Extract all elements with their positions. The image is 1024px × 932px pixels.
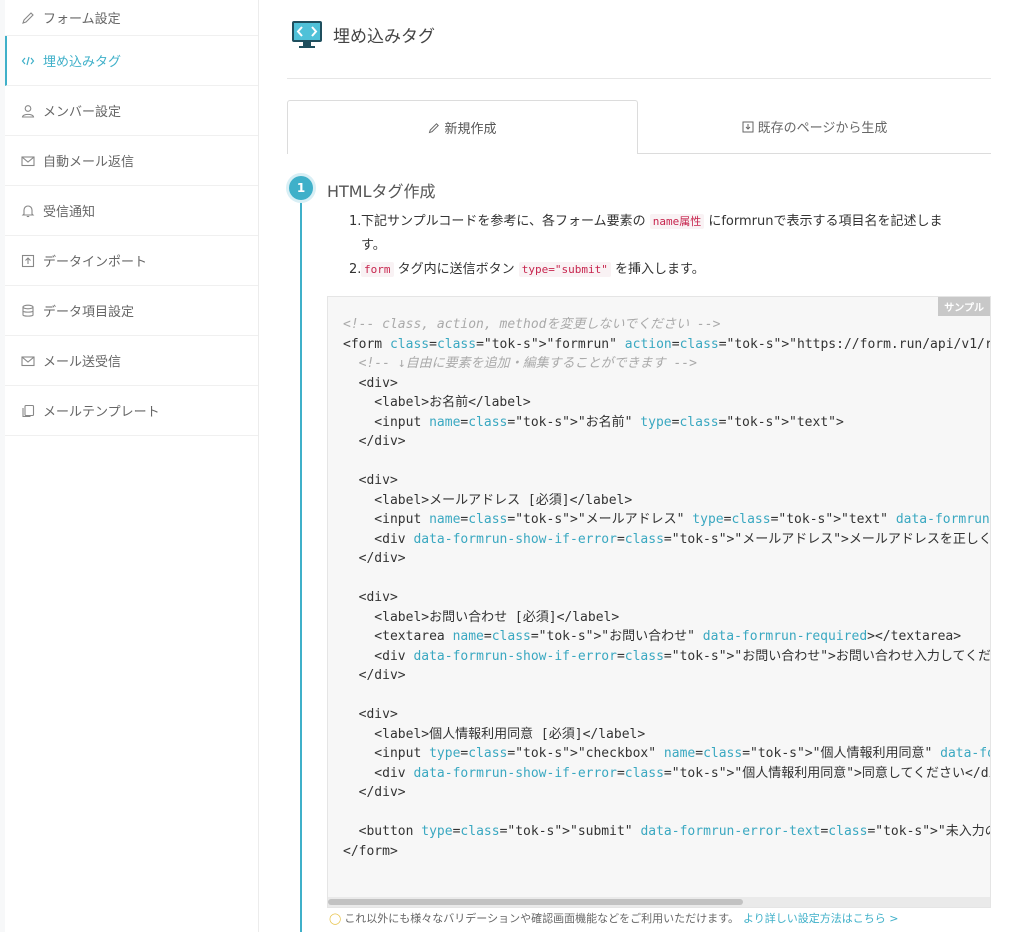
code-line: <label>メールアドレス [必須]</label> [343,492,633,508]
instruction-item: 2. form タグ内に送信ボタン type="submit" を挿入します。 [349,258,991,282]
scrollbar-thumb[interactable] [328,899,743,905]
code-line: </div> [343,551,406,566]
user-icon [21,104,35,118]
code-line: <div data-formrun-show-if-error=class="t… [343,765,991,781]
code-line: <form class=class="tok-s">"formrun" acti… [343,336,991,352]
code-line: <div> [343,707,398,722]
code-line: <input name=class="tok-s">"メールアドレス" type… [343,512,990,527]
code-line: <div> [343,375,398,391]
code-line: <label>個人情報利用同意 [必須]</label> [343,726,646,742]
sidebar-item-auto-reply[interactable]: 自動メール返信 [5,136,258,186]
instruction-text: す。 [361,238,386,253]
code-line: <input type=class="tok-s">"checkbox" nam… [343,746,990,761]
instruction-number: 2. [349,262,362,277]
sidebar-item-label: データ項目設定 [43,305,135,320]
page-title: 埋め込みタグ [333,26,435,47]
sidebar-item-label: 自動メール返信 [43,155,135,170]
tab-new[interactable]: 新規作成 [287,100,638,154]
sidebar: フォーム設定 埋め込みタグ メンバー設定 自動メール返信 受信通知 データインポ… [5,0,259,932]
divider [287,78,991,79]
sidebar-item-label: フォーム設定 [43,12,121,27]
code-line: <button type=class="tok-s">"submit" data… [343,824,990,839]
tab-label: 新規作成 [444,122,497,137]
database-icon [21,304,35,318]
code-line: <div data-formrun-show-if-error=class="t… [343,531,991,547]
code-line: </form> [343,843,398,859]
copy-icon [21,404,35,418]
step-timeline [300,200,302,932]
sidebar-item-member-settings[interactable]: メンバー設定 [5,86,258,136]
inline-code: name属性 [649,214,705,229]
pencil-icon [21,11,35,25]
horizontal-scrollbar[interactable] [328,897,990,907]
bell-icon [21,204,35,218]
sidebar-item-label: メール送受信 [43,355,122,370]
sidebar-item-label: 埋め込みタグ [43,55,122,70]
sidebar-item-label: 受信通知 [43,205,96,220]
main-content: 埋め込みタグ 新規作成 既存のページから生成 1 HTMLタグ作成 1. 下記サ… [259,0,1024,932]
tab-from-existing-page[interactable]: 既存のページから生成 [638,100,991,154]
step-number: 1 [289,176,313,200]
code-line: <div data-formrun-show-if-error=class="t… [343,648,991,664]
sample-badge: サンプル [938,297,990,316]
code-content[interactable]: <!-- class, action, methodを変更しないでください --… [343,315,991,861]
sidebar-item-data-import[interactable]: データインポート [5,236,258,286]
inline-code: type="submit" [518,262,611,277]
download-icon [742,121,754,132]
details-link[interactable]: より詳しい設定方法はこちら > [743,910,899,926]
instruction-text: を挿入します。 [610,262,705,277]
tab-bar: 新規作成 既存のページから生成 [287,100,991,154]
lightbulb-icon: ◯ [329,911,342,925]
code-line: <label>お問い合わせ [必須]</label> [343,609,620,625]
code-line: <div> [343,590,398,605]
tab-label: 既存のページから生成 [757,121,888,136]
instruction-number: 1. [349,214,362,229]
mail-icon [21,354,35,368]
sample-code-block[interactable]: サンプル <!-- class, action, methodを変更しないでくだ… [327,296,991,908]
code-line: </div> [343,434,406,449]
inline-code: form [361,262,394,277]
sidebar-item-embed-tag[interactable]: 埋め込みタグ [5,36,258,86]
sidebar-item-mail-send-receive[interactable]: メール送受信 [5,336,258,386]
instruction-item: 1. 下記サンプルコードを参考に、各フォーム要素の name属性 にformru… [349,210,991,234]
import-icon [21,254,35,268]
mail-icon [21,154,35,168]
code-line: <div> [343,473,398,488]
page-header: 埋め込みタグ [291,18,435,50]
instruction-text: にformrunで表示する項目名を記述しま [704,214,943,229]
code-monitor-icon [292,21,322,48]
code-line: </div> [343,668,406,683]
code-line: <textarea name=class="tok-s">"お問い合わせ" da… [343,629,962,644]
code-line: <input name=class="tok-s">"お名前" type=cla… [343,414,844,430]
sidebar-item-data-fields[interactable]: データ項目設定 [5,286,258,336]
instruction-text: タグ内に送信ボタン [393,262,519,277]
instruction-text: 下記サンプルコードを参考に、各フォーム要素の [361,214,650,229]
sidebar-item-label: データインポート [43,255,148,270]
step-title: HTMLタグ作成 [327,182,436,201]
sidebar-item-form-settings[interactable]: フォーム設定 [5,0,258,36]
footer-note: ◯ これ以外にも様々なバリデーションや確認画面機能などをご利用いただけます。 よ… [329,910,899,926]
sidebar-item-notification[interactable]: 受信通知 [5,186,258,236]
code-line: <label>お名前</label> [343,395,531,410]
sidebar-item-label: メンバー設定 [43,105,122,120]
sidebar-item-mail-template[interactable]: メールテンプレート [5,386,258,436]
code-line: <!-- ↓自由に要素を追加・編集することができます --> [343,356,697,371]
footer-note-text: これ以外にも様々なバリデーションや確認画面機能などをご利用いただけます。 [344,912,739,925]
instructions: 1. 下記サンプルコードを参考に、各フォーム要素の name属性 にformru… [349,210,991,282]
code-line: <!-- class, action, methodを変更しないでください --… [343,317,721,332]
code-line: </div> [343,785,406,800]
sidebar-item-label: メールテンプレート [43,405,160,420]
pencil-icon [429,122,440,133]
code-icon [21,54,35,68]
